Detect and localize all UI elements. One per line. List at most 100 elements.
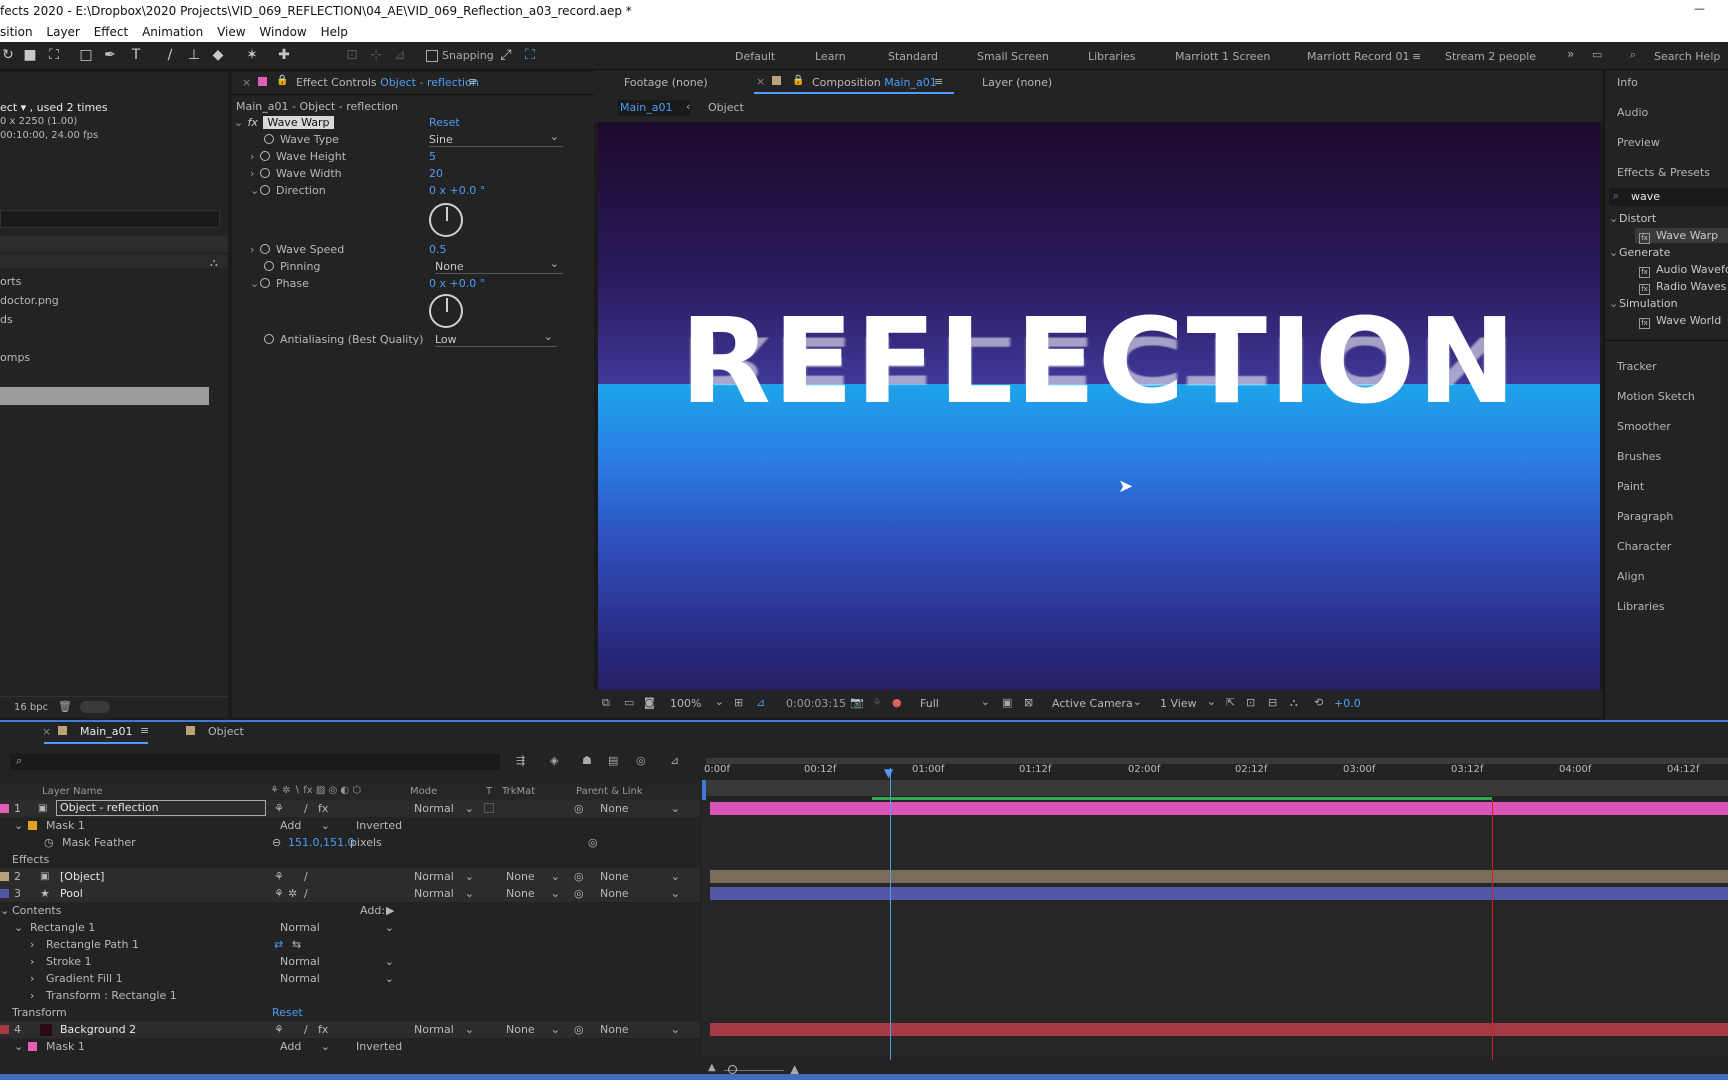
rectangle-path-row[interactable]: › Rectangle Path 1 ⇄ ⇆ — [0, 936, 700, 953]
phase-dial[interactable] — [429, 294, 463, 328]
track-area[interactable] — [702, 800, 1728, 1056]
collapse-icon[interactable]: ⌄ — [234, 115, 244, 131]
panel-paint[interactable]: Paint — [1617, 480, 1644, 493]
layer-row-3[interactable]: 3 ★ Pool ⚘ ✲ ∕ Normal ⌄ None ⌄ ◎ None ⌄ — [0, 885, 700, 902]
snap-edge-icon[interactable]: ⤢ — [498, 47, 514, 63]
blend-mode-dropdown[interactable]: Normal ⌄ — [280, 919, 394, 936]
expand-icon[interactable]: › — [30, 936, 34, 953]
roto-brush-tool-icon[interactable]: ✶ — [244, 47, 260, 63]
quality-switch-icon[interactable]: ∕ — [304, 800, 308, 817]
expand-icon[interactable]: › — [30, 970, 34, 987]
menu-animation[interactable]: Animation — [142, 25, 203, 39]
collapse-icon[interactable]: ⌄ — [250, 183, 260, 199]
fx-switch-icon[interactable]: fx — [318, 800, 328, 817]
layer-row-4[interactable]: 4 Background 2 ⚘ ∕ fx Normal ⌄ None ⌄ ◎ No… — [0, 1021, 700, 1038]
layer-label-color[interactable] — [0, 804, 9, 813]
breadcrumb-object[interactable]: Object — [708, 101, 744, 114]
workspace-stream-2-people[interactable]: Stream 2 people — [1445, 50, 1536, 63]
expand-icon[interactable]: › — [250, 149, 260, 165]
layer-label-color[interactable] — [0, 872, 9, 881]
effects-search-input[interactable]: ⌕ wave — [1609, 188, 1728, 206]
panel-character[interactable]: Character — [1617, 540, 1671, 553]
camera-tool-icon[interactable]: ■ — [22, 47, 38, 63]
parent-dropdown[interactable]: None ⌄ — [600, 800, 680, 817]
zoom-out-icon[interactable]: ▲ — [708, 1062, 716, 1073]
layer-label-color[interactable] — [0, 889, 9, 898]
views-dropdown[interactable]: 1 View ⌄ — [1160, 695, 1216, 710]
fx-switch-icon[interactable]: fx — [318, 1021, 328, 1038]
workspace-marriott-record-01[interactable]: Marriott Record 01 — [1307, 50, 1410, 63]
shy-layers-icon[interactable]: ☗ — [582, 754, 592, 767]
effect-reset-button[interactable]: Reset — [429, 115, 460, 131]
mask-color-swatch[interactable] — [28, 1042, 37, 1051]
expand-icon[interactable]: › — [30, 987, 34, 1004]
project-item-comps[interactable]: omps — [0, 350, 30, 366]
mask-mode-dropdown[interactable]: Add ⌄ — [280, 1038, 330, 1055]
transform-row[interactable]: Transform Reset — [0, 1004, 700, 1021]
panel-brushes[interactable]: Brushes — [1617, 450, 1661, 463]
snapping-checkbox[interactable] — [426, 50, 438, 62]
workspace-small-screen[interactable]: Small Screen — [977, 50, 1049, 63]
workspace-learn[interactable]: Learn — [815, 50, 846, 63]
mask1b-row[interactable]: ⌄ Mask 1 Add ⌄ Inverted — [0, 1038, 700, 1055]
workspace-menu-icon[interactable]: ≡ — [1412, 50, 1421, 63]
camera-dropdown[interactable]: Active Camera ⌄ — [1052, 695, 1142, 710]
panel-smoother[interactable]: Smoother — [1617, 420, 1671, 433]
panel-menu-icon[interactable]: ≡ — [468, 75, 477, 88]
contents-row[interactable]: ⌄ Contents Add: ▶ — [0, 902, 700, 919]
rectangle1-row[interactable]: ⌄ Rectangle 1 Normal ⌄ — [0, 919, 700, 936]
menu-view[interactable]: View — [217, 25, 245, 39]
parent-dropdown[interactable]: None ⌄ — [600, 1021, 680, 1038]
search-icon[interactable]: ⌕ — [1630, 48, 1636, 62]
layer-mode-dropdown[interactable]: Normal ⌄ — [414, 885, 474, 902]
shy-switch-icon[interactable]: ⚘ — [274, 868, 284, 885]
layer-row-1[interactable]: 1 ▣ Object - reflection ⚘ ∕ fx Normal ⌄ ◎… — [0, 800, 700, 817]
wave-warp-header[interactable]: ⌄ fx Wave Warp — [234, 115, 334, 131]
path-direction-icon[interactable]: ⇄ — [274, 936, 283, 953]
trkmat-dropdown[interactable]: None ⌄ — [506, 885, 560, 902]
flowchart-icon[interactable]: ⛬ — [1290, 696, 1298, 710]
region-of-interest-icon[interactable]: ▣ — [1002, 696, 1012, 709]
mask1-row[interactable]: ⌄ Mask 1 Add ⌄ Inverted — [0, 817, 700, 834]
playhead-handle-icon[interactable]: ▼ — [884, 766, 893, 780]
fx-wave-world[interactable]: fx Wave World — [1639, 314, 1721, 329]
panel-menu-icon[interactable]: ≡ — [934, 75, 943, 88]
shy-switch-icon[interactable]: ⚘ — [274, 885, 284, 902]
effects-group-row[interactable]: Effects — [0, 851, 700, 868]
pickwhip-icon[interactable]: ◎ — [574, 1021, 584, 1038]
layer-name[interactable]: Pool — [60, 885, 83, 902]
minimize-icon[interactable]: — — [1694, 2, 1708, 15]
mask-color-swatch[interactable] — [28, 821, 37, 830]
direction-dial[interactable] — [429, 203, 463, 237]
shy-switch-icon[interactable]: ⚘ — [274, 800, 284, 817]
stopwatch-icon[interactable] — [260, 244, 270, 254]
fx-icon[interactable]: fx — [248, 116, 258, 129]
blend-mode-dropdown[interactable]: Normal ⌄ — [280, 953, 394, 970]
composition-viewer[interactable]: REFLECTION REFLECTION ➤ — [598, 122, 1600, 690]
flowchart-icon[interactable]: ⛬ — [210, 256, 218, 270]
antialiasing-dropdown[interactable]: Low — [435, 330, 557, 347]
quality-switch-icon[interactable]: ∕ — [304, 868, 308, 885]
parent-dropdown[interactable]: None ⌄ — [600, 885, 680, 902]
pickwhip-icon[interactable]: ◎ — [574, 868, 584, 885]
layer-4-duration-bar[interactable] — [710, 1023, 1728, 1036]
quality-switch-icon[interactable]: ∕ — [304, 885, 308, 902]
stopwatch-icon[interactable] — [260, 151, 270, 161]
layer-row-2[interactable]: 2 ▣ [Object] ⚘ ∕ Normal ⌄ None ⌄ ◎ None ⌄ — [0, 868, 700, 885]
layer-name[interactable]: [Object] — [60, 868, 104, 885]
project-search-input[interactable] — [0, 210, 220, 228]
snap-features-icon[interactable]: ⛶ — [522, 47, 538, 63]
exposure-value[interactable]: +0.0 — [1334, 697, 1361, 710]
menu-effect[interactable]: Effect — [94, 25, 129, 39]
comp-mini-flowchart-icon[interactable]: ⇶ — [516, 754, 525, 767]
thumbnail-slider[interactable] — [80, 701, 110, 713]
phase-value[interactable]: 0 x +0.0 ° — [429, 276, 485, 292]
parent-dropdown[interactable]: None ⌄ — [600, 868, 680, 885]
workspace-marriott-1-screen[interactable]: Marriott 1 Screen — [1175, 50, 1270, 63]
fx-group-simulation[interactable]: ⌄Simulation — [1609, 297, 1678, 310]
work-area-start-handle[interactable] — [702, 780, 706, 800]
collapse-icon[interactable]: ⌄ — [14, 817, 23, 834]
pen-tool-icon[interactable]: ✒ — [102, 47, 118, 63]
panel-motion-sketch[interactable]: Motion Sketch — [1617, 390, 1695, 403]
lock-icon[interactable]: 🔒 — [276, 75, 288, 86]
